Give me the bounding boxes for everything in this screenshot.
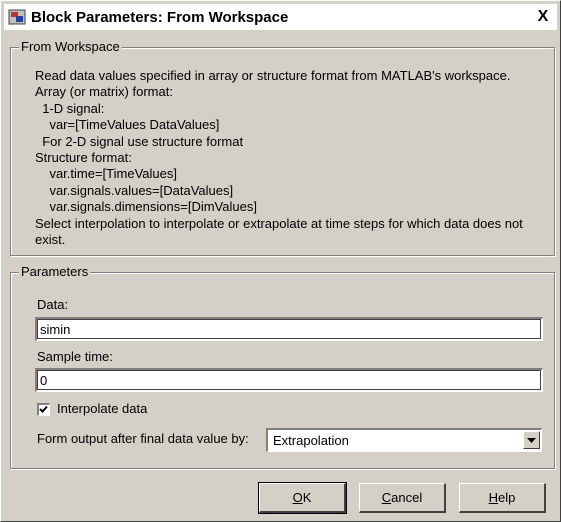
description-line: Structure format: xyxy=(35,150,132,165)
help-button[interactable]: Help xyxy=(459,483,546,513)
help-access-key: H xyxy=(488,490,499,505)
title-bar[interactable]: Block Parameters: From Workspace X xyxy=(4,4,557,30)
sample-time-label: Sample time: xyxy=(37,349,113,364)
interpolate-label[interactable]: Interpolate data xyxy=(57,401,147,417)
interpolate-checkbox[interactable] xyxy=(37,403,50,416)
description-line: Array (or matrix) format: xyxy=(35,84,173,100)
description-line: var=[TimeValues DataValues] xyxy=(35,117,220,133)
parameters-legend: Parameters xyxy=(19,264,91,280)
block-parameters-dialog: Block Parameters: From Workspace X From … xyxy=(0,0,561,522)
data-field[interactable]: simin xyxy=(35,317,543,341)
description-line: exist. xyxy=(35,232,66,247)
description-line: var.signals.dimensions=[DimValues] xyxy=(35,199,257,215)
form-output-value: Extrapolation xyxy=(273,433,349,448)
chevron-down-icon[interactable] xyxy=(523,431,540,449)
help-label-rest: elp xyxy=(498,490,516,505)
description-line: Select interpolation to interpolate or e… xyxy=(35,215,523,231)
ok-access-key: O xyxy=(292,490,303,505)
checkmark-icon xyxy=(39,405,48,413)
window-title: Block Parameters: From Workspace xyxy=(31,8,289,26)
data-label: Data: xyxy=(37,297,69,312)
cancel-access-key: C xyxy=(381,490,392,505)
description-line: For 2-D signal use structure format xyxy=(35,133,244,149)
form-output-label: Form output after final data value by: xyxy=(37,431,249,446)
description-line: var.time=[TimeValues] xyxy=(35,166,177,182)
ok-button[interactable]: OK xyxy=(258,482,347,514)
description-line: Read data values specified in array or s… xyxy=(35,68,511,83)
cancel-button[interactable]: Cancel xyxy=(359,483,446,513)
cancel-label-rest: ancel xyxy=(391,490,423,505)
ok-label-rest: K xyxy=(302,490,312,505)
close-icon[interactable]: X xyxy=(533,7,553,27)
description-line: 1-D signal: xyxy=(35,100,105,116)
form-output-select[interactable]: Extrapolation xyxy=(266,428,542,452)
description-line: var.signals.values=[DataValues] xyxy=(35,182,234,198)
sample-time-field[interactable]: 0 xyxy=(35,368,543,392)
from-workspace-legend: From Workspace xyxy=(19,39,122,55)
simulink-block-icon xyxy=(8,8,26,26)
